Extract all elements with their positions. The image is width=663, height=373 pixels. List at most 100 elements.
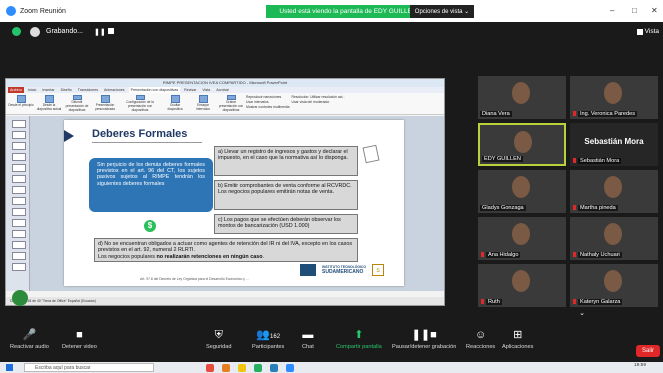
slide-thumbnail[interactable]: [12, 142, 26, 150]
view-options-label: Opciones de vista: [414, 8, 463, 15]
ppt-tab[interactable]: Revisar: [182, 87, 198, 93]
ppt-ribbon-button[interactable]: Ensayar intervalos: [190, 95, 216, 112]
security-shield-icon[interactable]: [12, 27, 21, 36]
slide-thumbnail[interactable]: [12, 208, 26, 216]
taskbar-app-icon[interactable]: [238, 364, 246, 372]
participants-button[interactable]: 👥162 Participantes: [252, 326, 284, 350]
ppt-tab[interactable]: Presentación con diapositivas: [128, 87, 181, 93]
participant-tile[interactable]: Ruth: [478, 264, 566, 307]
duty-box-d-text: d) No se encuentran obligados a actuar c…: [98, 241, 353, 254]
gallery-scroll-down-icon[interactable]: ⌄: [575, 309, 589, 319]
ppt-ribbon: Desde el principio Desde la diapositiva …: [6, 93, 444, 115]
slide-thumbnail[interactable]: [12, 164, 26, 172]
share-screen-button[interactable]: ⬆ Compartir pantalla: [336, 326, 382, 350]
slide-thumbnail[interactable]: [12, 175, 26, 183]
maximize-button[interactable]: □: [632, 6, 637, 15]
ppt-tab[interactable]: Animaciones: [102, 87, 127, 93]
slide-thumbnail[interactable]: [12, 186, 26, 194]
taskbar-app-icon[interactable]: [270, 364, 278, 372]
ppt-tab[interactable]: Acrobat: [214, 87, 230, 93]
reactions-button[interactable]: ☺ Reacciones: [466, 326, 495, 350]
minimize-button[interactable]: –: [610, 6, 614, 15]
taskbar-search-input[interactable]: Escriba aquí para buscar: [24, 363, 154, 372]
slide-thumbnail[interactable]: [12, 120, 26, 128]
participant-name: Martha pineda: [578, 205, 618, 211]
slide-thumbnail[interactable]: [12, 263, 26, 271]
apps-button[interactable]: ⊞ Aplicaciones: [502, 326, 533, 350]
ppt-ribbon-button[interactable]: Configuración de la presentación con dia…: [120, 95, 160, 112]
annotation-pen-icon[interactable]: [12, 290, 28, 306]
participant-tile[interactable]: Martha pineda: [570, 170, 658, 213]
taskbar-app-icon[interactable]: [254, 364, 262, 372]
participant-video: [514, 131, 532, 153]
meeting-toolbar: 🎤 Reactivar audio ■ Detener video ⛨ Segurid…: [0, 322, 663, 362]
institute-emblem-icon: [300, 264, 316, 276]
ppt-tab[interactable]: Insertar: [40, 87, 56, 93]
security-button[interactable]: ⛨ Seguridad: [206, 326, 232, 350]
taskbar-clock[interactable]: 19:59: [634, 363, 646, 368]
participant-video: [604, 82, 622, 104]
leave-meeting-button[interactable]: Salir: [636, 345, 660, 357]
unmute-audio-button[interactable]: 🎤 Reactivar audio: [10, 326, 49, 350]
participants-count: 162: [270, 334, 281, 340]
stop-video-button[interactable]: ■ Detener video: [62, 326, 97, 350]
participant-tile[interactable]: Diana Vera: [478, 76, 566, 119]
windows-start-icon[interactable]: [6, 364, 13, 371]
slide-footer-note: Art. 97.8 del Decreto de Ley Orgánica pa…: [140, 277, 249, 281]
ppt-ribbon-button[interactable]: Desde la diapositiva actual: [36, 95, 62, 112]
slide-thumbnail[interactable]: [12, 241, 26, 249]
pause-recording-icon[interactable]: ❚❚: [94, 28, 106, 36]
slide-thumbnail[interactable]: [12, 230, 26, 238]
muted-mic-icon: [573, 158, 576, 163]
muted-mic-icon: [481, 299, 484, 304]
slide-thumbnail[interactable]: [12, 131, 26, 139]
participant-name: Ruth: [486, 299, 502, 305]
title-divider: [92, 142, 202, 143]
participant-name: EDY GUILLEN: [482, 156, 523, 162]
muted-mic-icon: [573, 252, 576, 257]
slide-thumbnail[interactable]: [12, 197, 26, 205]
taskbar-zoom-icon[interactable]: [286, 364, 294, 372]
ppt-option[interactable]: Mostrar controles multimedia: [246, 105, 290, 110]
slide-thumbnail[interactable]: [12, 219, 26, 227]
meeting-status-bar: Grabando... ❚❚ Vista: [0, 22, 663, 42]
ppt-tab[interactable]: Inicio: [26, 87, 38, 93]
duty-box-d-note: Los negocios populares no realizarán ret…: [98, 254, 354, 260]
pause-stop-recording-button[interactable]: ❚❚■ Pausar/detener grabación: [392, 326, 456, 350]
ppt-ribbon-button[interactable]: Presentación personalizada: [92, 95, 118, 112]
ppt-tab[interactable]: Transiciones: [76, 87, 100, 93]
ppt-ribbon-label: Difundir presentación de diapositivas: [65, 100, 89, 112]
participant-tile[interactable]: Nathaly Uchuari: [570, 217, 658, 260]
ppt-tab[interactable]: Diseño: [59, 87, 74, 93]
stop-video-label: Detener video: [62, 344, 97, 350]
participant-tile-active-speaker[interactable]: EDY GUILLEN: [478, 123, 566, 166]
window-title: Zoom Reunión: [20, 7, 66, 15]
ppt-ribbon-label: Presentación personalizada: [95, 103, 115, 111]
close-button[interactable]: ✕: [651, 6, 658, 15]
view-options-button[interactable]: Opciones de vista ⌄: [410, 5, 474, 18]
seal-icon: S: [372, 264, 385, 276]
ppt-ribbon-button[interactable]: Difundir presentación de diapositivas: [64, 95, 90, 112]
taskbar-app-icon[interactable]: [206, 364, 214, 372]
participant-tile[interactable]: Sebastián Mora Sebastián Mora: [570, 123, 658, 166]
shield-icon: ⛨: [214, 329, 223, 341]
security-label: Seguridad: [206, 344, 232, 350]
participant-tile[interactable]: Gladys Gonzaga: [478, 170, 566, 213]
ppt-ribbon-button[interactable]: Grabar presentación con diapositivas: [218, 95, 244, 112]
duty-box-d: d) No se encuentran obligados a actuar c…: [94, 238, 358, 262]
slide-thumbnail[interactable]: [12, 252, 26, 260]
chat-button[interactable]: ▬ Chat: [302, 326, 314, 350]
view-button[interactable]: Vista: [636, 28, 659, 35]
ppt-ribbon-button[interactable]: Desde el principio: [8, 95, 34, 112]
ppt-tab[interactable]: Archivo: [8, 87, 24, 93]
participant-tile[interactable]: Ana Hidalgo: [478, 217, 566, 260]
ppt-tab[interactable]: Vista: [200, 87, 212, 93]
slide-thumbnail[interactable]: [12, 153, 26, 161]
participant-tile[interactable]: Ing. Veronica Paredes: [570, 76, 658, 119]
video-camera-icon: ■: [76, 329, 83, 341]
ppt-ribbon-button[interactable]: Ocultar diapositiva: [162, 95, 188, 112]
presenter-view-checkbox[interactable]: Usar vista del moderador: [292, 100, 346, 105]
participant-tile[interactable]: Kateryn Galarza: [570, 264, 658, 307]
taskbar-app-icon[interactable]: [222, 364, 230, 372]
stop-recording-icon[interactable]: [108, 28, 114, 34]
